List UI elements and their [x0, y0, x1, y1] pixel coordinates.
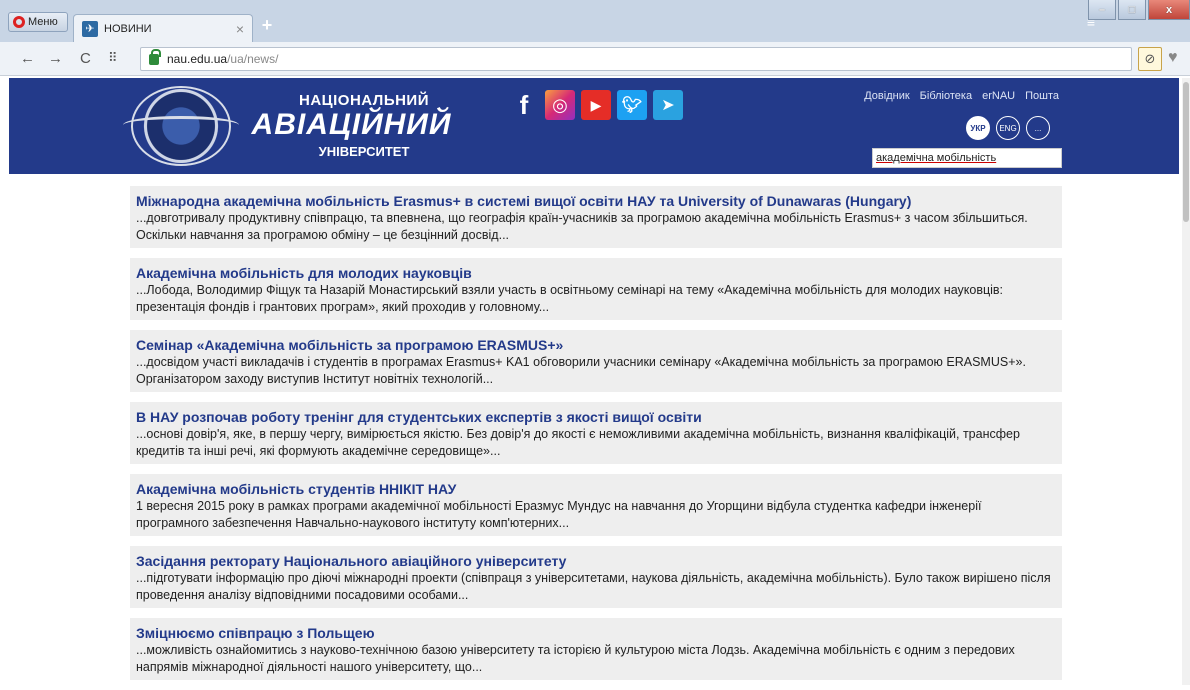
opera-icon [13, 16, 25, 28]
url-path: /ua/news/ [227, 52, 279, 66]
result-snippet: ...досвідом участі викладачів і студенті… [136, 355, 1026, 386]
result-title-link[interactable]: Зміцнюємо співпрацю з Польщею [136, 624, 1056, 642]
adblock-icon[interactable]: ⊘ [1138, 47, 1162, 71]
list-item: В НАУ розпочав роботу тренінг для студен… [130, 402, 1062, 464]
twitter-icon[interactable]: 🐦︎ [617, 90, 647, 120]
url-host: nau.edu.ua [167, 52, 228, 66]
link-mail[interactable]: Пошта [1025, 90, 1059, 102]
result-title-link[interactable]: В НАУ розпочав роботу тренінг для студен… [136, 408, 1056, 426]
result-snippet: ...можливість ознайомитись з науково-тех… [136, 643, 1015, 674]
result-title-link[interactable]: Академічна мобільність для молодих науко… [136, 264, 1056, 282]
logo-text-line2[interactable]: АВІАЦІЙНИЙ [229, 108, 474, 142]
result-snippet: 1 вересня 2015 року в рамках програми ак… [136, 499, 982, 530]
emblem-wings-icon [123, 116, 239, 134]
window-controls: – □ x [1086, 0, 1190, 30]
list-item: Семінар «Академічна мобільність за прогр… [130, 330, 1062, 392]
close-window-button[interactable]: x [1148, 0, 1190, 20]
list-item: Міжнародна академічна мобільність Erasmu… [130, 186, 1062, 248]
forward-icon[interactable]: → [48, 50, 63, 67]
reload-icon[interactable]: C [80, 50, 91, 67]
browser-titlebar: Меню ✈ НОВИНИ × + ≡ – □ x [0, 0, 1190, 42]
list-item: Зміцнюємо співпрацю з Польщею ...можливі… [130, 618, 1062, 680]
navigation-bar: ← → C ⠿ nau.edu.ua /ua/news/ [0, 42, 1190, 76]
browser-tab[interactable]: ✈ НОВИНИ × [73, 14, 253, 42]
menu-label: Меню [28, 16, 58, 28]
logo-text-line3[interactable]: УНІВЕРСИТЕТ [264, 144, 464, 159]
lang-more[interactable]: ... [1026, 116, 1050, 140]
result-snippet: ...підготувати інформацію про діючі міжн… [136, 571, 1051, 602]
link-directory[interactable]: Довідник [864, 90, 909, 102]
language-switcher: УКР ENG ... [966, 116, 1050, 140]
plane-favicon-icon: ✈ [82, 20, 98, 37]
top-links: Довідник Бібліотека erNAU Пошта [864, 90, 1059, 102]
result-title-link[interactable]: Засідання ректорату Національного авіаці… [136, 552, 1056, 570]
tab-close-icon[interactable]: × [236, 21, 244, 37]
facebook-icon[interactable]: f [509, 90, 539, 120]
lang-ukr[interactable]: УКР [966, 116, 990, 140]
result-snippet: ...основі довір'я, яке, в першу чергу, в… [136, 427, 1020, 458]
instagram-icon[interactable]: ◎ [545, 90, 575, 120]
speed-dial-icon[interactable]: ⠿ [108, 50, 118, 66]
heart-icon[interactable]: ♥ [1168, 49, 1178, 67]
list-item: Академічна мобільність для молодих науко… [130, 258, 1062, 320]
result-title-link[interactable]: Академічна мобільність студентів ННІКІТ … [136, 480, 1056, 498]
back-icon[interactable]: ← [20, 50, 35, 67]
list-item: Академічна мобільність студентів ННІКІТ … [130, 474, 1062, 536]
address-field[interactable]: nau.edu.ua /ua/news/ [140, 47, 1132, 71]
link-ernau[interactable]: erNAU [982, 90, 1015, 102]
result-title-link[interactable]: Семінар «Академічна мобільність за прогр… [136, 336, 1056, 354]
link-library[interactable]: Бібліотека [920, 90, 972, 102]
lang-eng[interactable]: ENG [996, 116, 1020, 140]
search-results-list: Міжнародна академічна мобільність Erasmu… [130, 186, 1062, 690]
result-snippet: ...довготривалу продуктивну співпрацю, т… [136, 211, 1028, 242]
result-snippet: ...Лобода, Володимир Фіщук та Назарій Мо… [136, 283, 1004, 314]
social-links: f ◎ ▶ 🐦︎ ➤ [509, 90, 683, 120]
logo-text-line1[interactable]: НАЦІОНАЛЬНИЙ [264, 92, 464, 109]
lock-icon [149, 48, 161, 65]
list-item: Засідання ректорату Національного авіаці… [130, 546, 1062, 608]
minimize-button[interactable]: – [1088, 0, 1116, 20]
telegram-icon[interactable]: ➤ [653, 90, 683, 120]
scrollbar-thumb[interactable] [1183, 82, 1189, 222]
youtube-icon[interactable]: ▶ [581, 90, 611, 120]
maximize-button[interactable]: □ [1118, 0, 1146, 20]
site-header: НАЦІОНАЛЬНИЙ АВІАЦІЙНИЙ УНІВЕРСИТЕТ f ◎ … [9, 78, 1179, 174]
tab-title: НОВИНИ [104, 22, 152, 35]
opera-menu-button[interactable]: Меню [8, 12, 68, 32]
result-title-link[interactable]: Міжнародна академічна мобільність Erasmu… [136, 192, 1056, 210]
new-tab-button[interactable]: + [258, 16, 276, 34]
site-search-input[interactable] [872, 148, 1062, 168]
